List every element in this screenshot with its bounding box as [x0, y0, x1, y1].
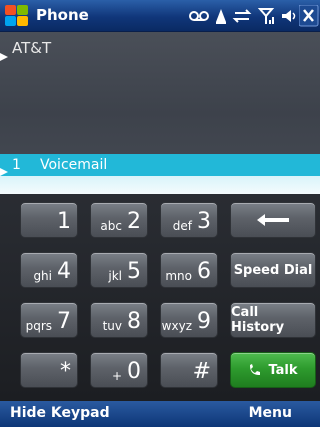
- call-history-label: Call History: [231, 305, 285, 335]
- key-digit: 5: [127, 259, 141, 284]
- title-bar: Phone: [0, 0, 320, 32]
- carrier-label: AT&T: [12, 39, 52, 57]
- voicemail-label: Voicemail: [40, 157, 108, 173]
- key-digit: 8: [127, 309, 141, 334]
- app-title: Phone: [36, 6, 89, 24]
- key-0[interactable]: + 0: [90, 352, 148, 388]
- voicemail-number: 1: [12, 157, 21, 173]
- key-8[interactable]: tuv 8: [90, 302, 148, 338]
- key-letters: jkl: [108, 269, 122, 283]
- key-digit: 1: [57, 209, 71, 234]
- key-digit: #: [192, 359, 211, 384]
- speaker-icon[interactable]: [280, 6, 298, 26]
- key-letters: mno: [165, 269, 192, 283]
- phone-handset-icon: [250, 364, 261, 375]
- talk-button-content: Talk: [231, 353, 315, 387]
- key-3[interactable]: def 3: [160, 202, 218, 238]
- talk-button[interactable]: Talk: [230, 352, 316, 388]
- key-4[interactable]: ghi 4: [20, 252, 78, 288]
- key-star[interactable]: *: [20, 352, 78, 388]
- menu-softkey[interactable]: Menu: [249, 405, 292, 421]
- speed-dial-button[interactable]: Speed Dial: [230, 252, 316, 288]
- key-digit: 6: [197, 259, 211, 284]
- key-hash[interactable]: #: [160, 352, 218, 388]
- call-history-pane: AT&T 1 Voicemail: [0, 32, 320, 194]
- key-digit: 0: [127, 359, 141, 384]
- signal-icon[interactable]: [258, 6, 276, 26]
- data-connection-icon[interactable]: [232, 6, 254, 26]
- key-6[interactable]: mno 6: [160, 252, 218, 288]
- close-icon[interactable]: [299, 5, 319, 27]
- key-digit: *: [60, 359, 71, 384]
- key-letters: tuv: [102, 319, 122, 333]
- key-1[interactable]: 1: [20, 202, 78, 238]
- arrow-icon: [0, 161, 8, 176]
- key-letters: +: [111, 369, 122, 383]
- key-letters: ghi: [33, 269, 52, 283]
- key-letters: wxyz: [161, 319, 192, 333]
- talk-label: Talk: [268, 362, 298, 378]
- backspace-button[interactable]: [230, 202, 316, 238]
- hide-keypad-softkey[interactable]: Hide Keypad: [10, 405, 110, 421]
- dial-keypad: 1 abc 2 def 3 ghi 4 jkl 5 mno 6 Speed Di…: [0, 194, 320, 401]
- key-letters: abc: [100, 219, 122, 233]
- key-9[interactable]: wxyz 9: [160, 302, 218, 338]
- key-digit: 2: [127, 209, 141, 234]
- key-digit: 9: [197, 309, 211, 334]
- key-digit: 4: [57, 259, 71, 284]
- key-digit: 3: [197, 209, 211, 234]
- call-history-button[interactable]: Call History: [230, 302, 316, 338]
- key-7[interactable]: pqrs 7: [20, 302, 78, 338]
- voicemail-entry[interactable]: 1 Voicemail: [0, 154, 320, 176]
- soft-key-bar: Hide Keypad Menu: [0, 401, 320, 427]
- speed-dial-label: Speed Dial: [233, 262, 313, 278]
- backspace-arrow-icon: [231, 203, 315, 237]
- arrow-icon: [0, 46, 8, 61]
- key-digit: 7: [57, 309, 71, 334]
- key-letters: def: [172, 219, 192, 233]
- key-letters: pqrs: [25, 319, 52, 333]
- voicemail-icon[interactable]: [188, 6, 210, 26]
- key-5[interactable]: jkl 5: [90, 252, 148, 288]
- key-2[interactable]: abc 2: [90, 202, 148, 238]
- notification-icon[interactable]: [214, 6, 228, 26]
- windows-start-icon[interactable]: [4, 4, 30, 28]
- list-backdrop: [0, 176, 320, 194]
